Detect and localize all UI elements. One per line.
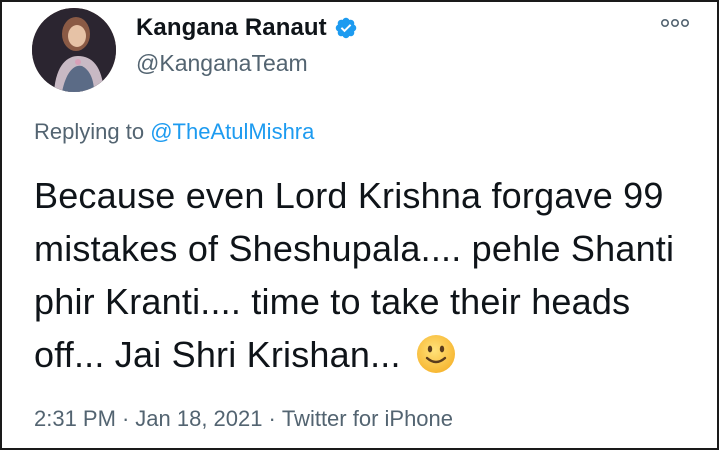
- author-handle[interactable]: @KanganaTeam: [136, 50, 308, 77]
- tweet-meta: 2:31 PM · Jan 18, 2021 · Twitter for iPhone: [34, 406, 453, 432]
- avatar[interactable]: [32, 8, 116, 92]
- tweet-source[interactable]: Twitter for iPhone: [282, 406, 453, 431]
- reply-mention-link[interactable]: @TheAtulMishra: [150, 119, 314, 144]
- replying-to: Replying to @TheAtulMishra: [34, 119, 314, 145]
- replying-to-label: Replying to: [34, 119, 145, 144]
- more-options-icon[interactable]: [661, 16, 689, 30]
- author-name-row[interactable]: Kangana Ranaut: [136, 14, 358, 42]
- tweet-text: Because even Lord Krishna forgave 99 mis…: [34, 175, 675, 375]
- meta-separator: ·: [268, 406, 276, 431]
- meta-separator: ·: [121, 406, 130, 431]
- tweet-time[interactable]: 2:31 PM: [34, 406, 116, 431]
- smiling-face-emoji-icon: [416, 335, 455, 373]
- verified-badge-icon: [335, 17, 357, 39]
- tweet-card: Kangana Ranaut @KanganaTeam Replying to …: [0, 0, 719, 450]
- display-name[interactable]: Kangana Ranaut: [136, 14, 327, 42]
- tweet-body: Because even Lord Krishna forgave 99 mis…: [34, 169, 704, 381]
- tweet-date[interactable]: Jan 18, 2021: [135, 406, 262, 431]
